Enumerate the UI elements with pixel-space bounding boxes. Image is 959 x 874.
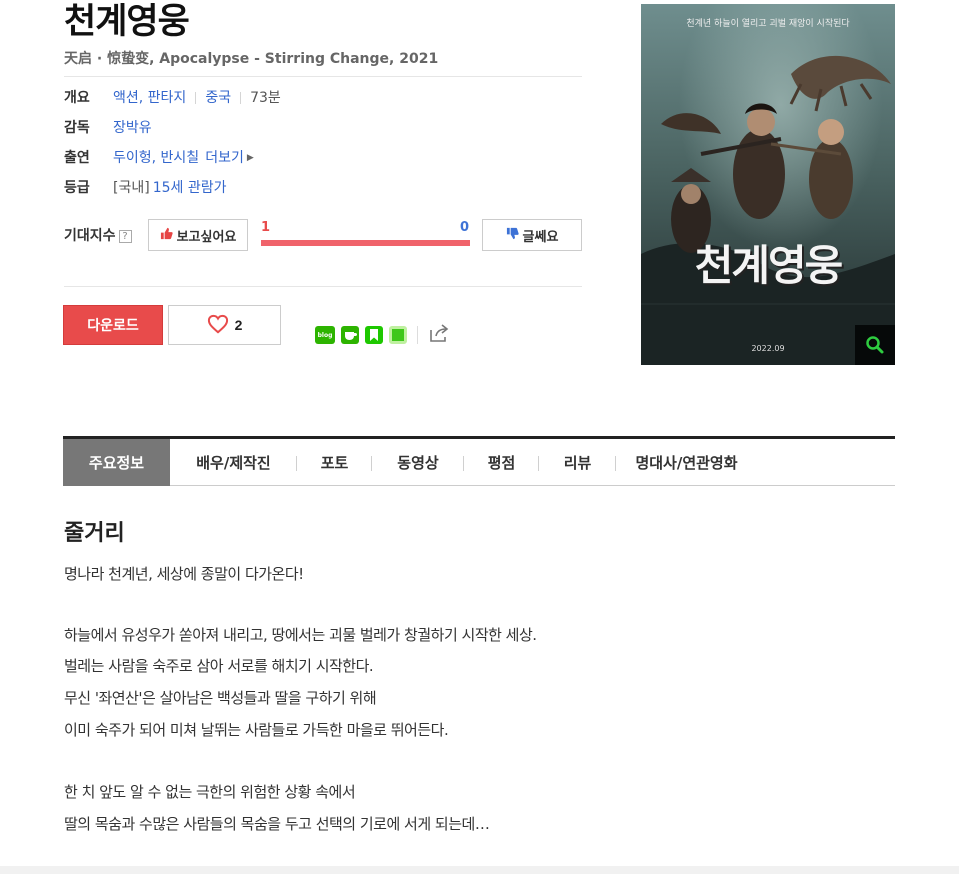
tab-review[interactable]: 리뷰 — [539, 439, 616, 486]
tab-label: 리뷰 — [563, 453, 592, 472]
cast-link[interactable]: 두이헝, 반시칠 — [113, 148, 199, 168]
synopsis-line: 벌레는 사람을 숙주로 삼아 서로를 해치기 시작한다. — [64, 657, 374, 675]
thumbs-down-icon — [506, 227, 519, 243]
country-link[interactable]: 중국 — [205, 88, 231, 108]
expectation-label-text: 기대지수 — [64, 228, 116, 244]
meh-count: 0 — [460, 220, 470, 235]
synopsis-line: 무신 '좌연산'은 살아남은 백성들과 딸을 구하기 위해 — [64, 689, 377, 707]
tab-video[interactable]: 동영상 — [372, 439, 464, 486]
synopsis-line: 하늘에서 유성우가 쏟아져 내리고, 땅에서는 괴물 벌레가 창궐하기 시작한 … — [64, 626, 537, 644]
poster-tagline: 천계년 하늘이 열리고 괴벌 재앙이 시작된다 — [686, 19, 850, 29]
thumbs-up-icon — [160, 227, 173, 243]
synopsis-line: 딸의 목숨과 수많은 사람들의 목숨을 두고 선택의 기로에 서게 되는데… — [64, 815, 490, 833]
expectation-bar — [261, 240, 470, 246]
not-sure-label: 글쎄요 — [522, 228, 559, 244]
movie-title: 천계영웅 — [64, 2, 190, 42]
naver-blog-icon[interactable]: blog — [315, 326, 335, 344]
share-bar: blog — [315, 323, 450, 347]
divider — [64, 286, 582, 287]
want-to-see-label: 보고싶어요 — [176, 228, 237, 244]
overview-row: 개요 액션, 판타지 중국 73분 — [64, 88, 281, 108]
poster-title: 천계영웅 — [694, 241, 844, 290]
naver-cafe-icon[interactable] — [341, 326, 359, 344]
zoom-button[interactable] — [855, 325, 895, 365]
cast-more-link[interactable]: 더보기 — [205, 148, 244, 168]
separator — [195, 92, 197, 104]
not-sure-button[interactable]: 글쎄요 — [482, 219, 582, 251]
expectation-label: 기대지수 ? — [64, 226, 132, 246]
genre-link[interactable]: 액션, 판타지 — [113, 88, 186, 108]
runtime: 73분 — [250, 90, 281, 106]
overview-label: 개요 — [64, 90, 90, 106]
tab-label: 평점 — [487, 453, 516, 472]
cast-label: 출연 — [64, 150, 90, 166]
naver-keep-icon[interactable] — [389, 326, 407, 344]
help-icon[interactable]: ? — [118, 229, 132, 243]
tab-rating[interactable]: 평점 — [464, 439, 539, 486]
download-button[interactable]: 다운로드 — [63, 305, 163, 345]
expectation-bar-fill — [261, 240, 470, 246]
tab-main-info[interactable]: 주요정보 — [63, 438, 170, 486]
synopsis-line: 이미 숙주가 되어 미쳐 날뛰는 사람들로 가득한 마을로 뛰어든다. — [64, 721, 449, 739]
want-to-see-button[interactable]: 보고싶어요 — [148, 219, 248, 251]
tab-photo[interactable]: 포토 — [297, 439, 372, 486]
separator — [417, 326, 418, 344]
tab-label: 배우/제작진 — [196, 453, 271, 472]
synopsis-line: 명나라 천계년, 세상에 종말이 다가온다! — [64, 565, 304, 583]
divider — [64, 76, 582, 77]
rating-link[interactable]: 15세 관람가 — [153, 178, 227, 198]
rating-region: [국내] — [113, 180, 150, 196]
poster-artwork — [641, 4, 895, 365]
rating-label: 등급 — [64, 180, 90, 196]
tab-quotes-related[interactable]: 명대사/연관영화 — [616, 439, 757, 486]
want-count: 1 — [261, 220, 271, 235]
tab-cast-crew[interactable]: 배우/제작진 — [170, 439, 297, 486]
share-icon[interactable] — [428, 323, 450, 347]
tab-bar: 주요정보 배우/제작진 포토 동영상 평점 리뷰 명대사/연관영화 — [63, 436, 895, 486]
director-row: 감독 장박유 — [64, 118, 152, 138]
movie-poster[interactable]: 천계년 하늘이 열리고 괴벌 재앙이 시작된다 천계영웅 2022.09 — [641, 4, 895, 365]
like-button[interactable]: 2 — [168, 305, 281, 345]
separator — [240, 92, 242, 104]
footer-divider — [0, 866, 959, 874]
rating-row: 등급 [국내] 15세 관람가 — [64, 178, 226, 198]
synopsis-title: 줄거리 — [64, 521, 125, 546]
synopsis-line: 한 치 앞도 알 수 없는 극한의 위험한 상황 속에서 — [64, 783, 356, 801]
tab-label: 포토 — [320, 453, 349, 472]
director-label: 감독 — [64, 120, 90, 136]
heart-icon — [207, 314, 229, 337]
movie-subtitle: 天启 · 惊蛰变, Apocalypse - Stirring Change, … — [64, 51, 439, 67]
like-count: 2 — [234, 317, 243, 333]
cast-row: 출연 두이헝, 반시칠 더보기 ▶ — [64, 148, 254, 168]
tab-label: 동영상 — [397, 453, 439, 472]
chevron-right-icon: ▶ — [246, 153, 254, 163]
director-link[interactable]: 장박유 — [113, 118, 152, 138]
bookmark-icon[interactable] — [365, 326, 383, 344]
search-icon — [865, 335, 885, 355]
